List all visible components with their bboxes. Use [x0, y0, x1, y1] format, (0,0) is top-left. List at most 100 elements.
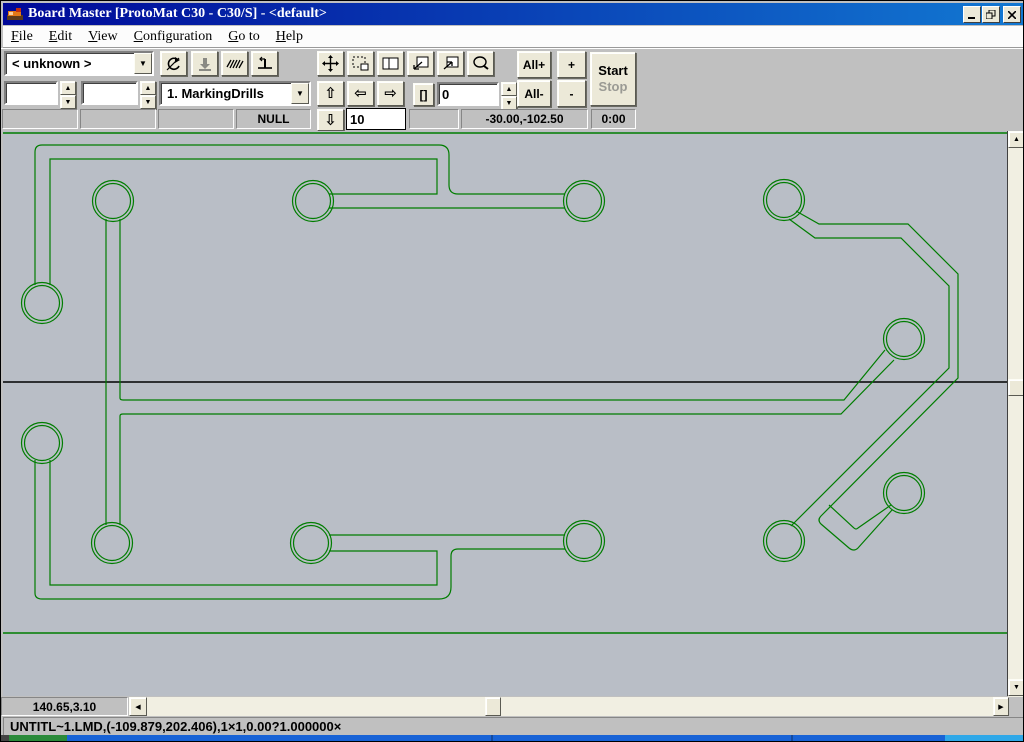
tool-status-panel: NULL — [236, 109, 311, 129]
cursor-coordinate-panel: 140.65,3.10 — [1, 697, 128, 716]
horizontal-scrollbar-row: 140.65,3.10 ◀ ▶ — [1, 697, 1024, 716]
redraw-button[interactable] — [160, 51, 187, 76]
minimize-button[interactable] — [963, 6, 981, 23]
plus-button[interactable]: + — [557, 51, 586, 78]
left-arrow-icon: ⇦ — [354, 86, 367, 101]
taskbar-start-button[interactable] — [9, 735, 67, 742]
job-combobox-value: < unknown > — [6, 56, 134, 71]
taskbar-edge — [1, 735, 9, 742]
status-message: UNTITL~1.LMD,(-109.879,202.406),1×1,0.00… — [3, 717, 1024, 736]
spin-up-icon[interactable]: ▲ — [501, 82, 517, 96]
menu-configuration[interactable]: Configuration — [126, 28, 221, 46]
scrollbar-corner — [1009, 697, 1024, 716]
tool-exchange-button[interactable] — [251, 51, 278, 76]
taskbar-window-button[interactable] — [945, 735, 1024, 742]
spin-down-icon[interactable]: ▼ — [140, 95, 156, 109]
status-panel-1 — [2, 109, 78, 129]
status-panel-3 — [158, 109, 234, 129]
scroll-right-icon: ▶ — [998, 703, 1003, 711]
export-button[interactable] — [437, 51, 464, 76]
duplicate-button[interactable] — [377, 51, 404, 76]
menu-view[interactable]: View — [80, 28, 126, 46]
minimize-icon — [968, 11, 976, 19]
magnifier-icon — [472, 56, 489, 71]
horizontal-scrollbar[interactable] — [147, 697, 993, 716]
bracket-button[interactable]: [] — [413, 83, 434, 106]
down-arrow-icon: ⇩ — [324, 113, 337, 128]
zoom-button[interactable] — [467, 51, 494, 76]
status-panel-4 — [409, 109, 459, 129]
chevron-down-icon[interactable]: ▼ — [134, 53, 152, 74]
head-down-button[interactable] — [191, 51, 218, 76]
vertical-scrollbar[interactable]: ▲ ▼ — [1008, 131, 1024, 697]
status-panel-2 — [80, 109, 156, 129]
export-icon — [442, 56, 459, 71]
import-button[interactable] — [407, 51, 434, 76]
spin-up-icon[interactable]: ▲ — [60, 81, 76, 95]
menu-help[interactable]: Help — [268, 28, 311, 46]
board-canvas[interactable] — [3, 131, 1008, 696]
move-head-button[interactable] — [317, 51, 344, 76]
redraw-icon — [165, 56, 182, 72]
scroll-down-button[interactable]: ▼ — [1008, 679, 1024, 696]
x-coordinate-spinner: ▲ ▼ — [60, 81, 76, 109]
scroll-up-icon: ▲ — [1013, 136, 1020, 143]
head-down-icon — [197, 56, 213, 72]
start-label: Start — [598, 63, 628, 79]
scroll-right-button[interactable]: ▶ — [993, 697, 1009, 716]
select-area-button[interactable] — [347, 51, 374, 76]
menu-file[interactable]: File — [3, 28, 41, 46]
index-field[interactable] — [437, 82, 499, 106]
all-plus-button[interactable]: All+ — [517, 51, 551, 78]
app-window: Board Master [ProtoMat C30 - C30/S] - <d… — [0, 0, 1024, 742]
status-bar: UNTITL~1.LMD,(-109.879,202.406),1×1,0.00… — [1, 716, 1024, 735]
job-combobox[interactable]: < unknown > ▼ — [4, 51, 154, 76]
spin-down-icon[interactable]: ▼ — [501, 96, 517, 110]
step-left-button[interactable]: ⇦ — [347, 81, 374, 106]
step-size-field[interactable] — [346, 108, 406, 130]
import-icon — [412, 56, 429, 71]
step-up-button[interactable]: ⇧ — [317, 81, 344, 106]
restore-button[interactable] — [982, 6, 1000, 23]
menu-edit[interactable]: Edit — [41, 28, 80, 46]
app-icon — [6, 6, 24, 22]
index-spinner: ▲ ▼ — [501, 82, 517, 110]
restore-icon — [986, 10, 996, 19]
phase-combobox-value: 1. MarkingDrills — [161, 86, 291, 101]
spin-down-icon[interactable]: ▼ — [60, 95, 76, 109]
menu-goto[interactable]: Go to — [220, 28, 268, 46]
select-area-icon — [352, 56, 369, 71]
y-coordinate-spinner: ▲ ▼ — [140, 81, 156, 109]
right-arrow-icon: ⇨ — [384, 86, 397, 101]
tool-exchange-icon — [256, 56, 274, 72]
chevron-down-icon[interactable]: ▼ — [291, 83, 309, 104]
spin-up-icon[interactable]: ▲ — [140, 81, 156, 95]
minus-button[interactable]: - — [557, 80, 586, 107]
milling-area-icon — [226, 57, 244, 71]
phase-combobox[interactable]: 1. MarkingDrills ▼ — [159, 81, 311, 106]
start-stop-button[interactable]: Start Stop — [590, 52, 636, 106]
elapsed-time-panel: 0:00 — [591, 109, 636, 129]
vertical-scroll-thumb[interactable] — [1008, 379, 1024, 396]
stop-label: Stop — [599, 79, 628, 95]
horizontal-scroll-thumb[interactable] — [485, 697, 501, 716]
y-coordinate-field[interactable] — [81, 81, 138, 105]
scroll-left-button[interactable]: ◀ — [129, 697, 147, 716]
scroll-up-button[interactable]: ▲ — [1008, 131, 1024, 148]
step-right-button[interactable]: ⇨ — [377, 81, 404, 106]
up-arrow-icon: ⇧ — [324, 86, 337, 101]
close-button[interactable] — [1003, 6, 1021, 23]
step-down-button[interactable]: ⇩ — [317, 109, 344, 131]
taskbar-separator — [491, 735, 493, 742]
milling-area-button[interactable] — [221, 51, 248, 76]
x-coordinate-field[interactable] — [4, 81, 58, 105]
all-minus-button[interactable]: All- — [517, 80, 551, 107]
scroll-down-icon: ▼ — [1013, 684, 1020, 691]
scroll-left-icon: ◀ — [135, 703, 140, 711]
taskbar-separator — [791, 735, 793, 742]
window-title: Board Master [ProtoMat C30 - C30/S] - <d… — [28, 6, 327, 22]
move-cross-icon — [322, 55, 339, 72]
menu-bar: File Edit View Configuration Go to Help — [3, 26, 1023, 48]
toolbar: < unknown > ▼ — [1, 48, 1024, 132]
taskbar-fragment — [1, 735, 1024, 742]
